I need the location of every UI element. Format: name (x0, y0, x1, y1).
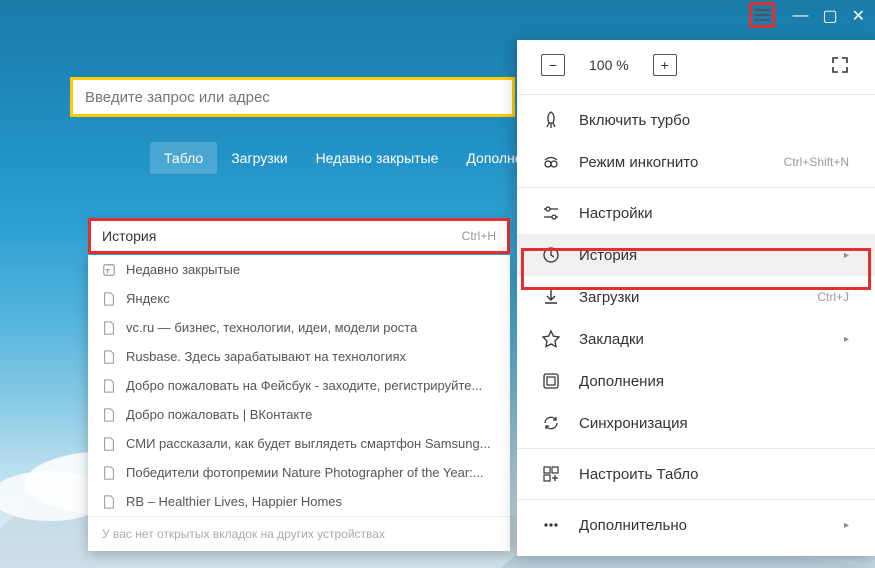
menu-item-shortcut: Ctrl+Shift+N (784, 155, 849, 169)
zoom-out-button[interactable]: − (541, 54, 565, 76)
menu-item-downloads[interactable]: Загрузки Ctrl+J (517, 276, 875, 318)
search-input[interactable] (85, 89, 500, 106)
list-item[interactable]: Яндекс (88, 284, 510, 313)
list-item[interactable]: Добро пожаловать на Фейсбук - заходите, … (88, 371, 510, 400)
history-shortcut: Ctrl+H (462, 229, 496, 243)
fullscreen-icon[interactable] (831, 56, 849, 74)
page-icon (102, 466, 116, 480)
menu-item-label: Включить турбо (579, 112, 849, 129)
tab-recently-closed[interactable]: Недавно закрытые (302, 142, 453, 174)
zoom-in-button[interactable]: + (653, 54, 677, 76)
list-item-label: vc.ru — бизнес, технологии, идеи, модели… (126, 320, 417, 335)
search-bar[interactable] (70, 77, 515, 117)
sync-icon (541, 413, 561, 433)
history-submenu-list: Недавно закрытые Яндекс vc.ru — бизнес, … (88, 255, 510, 551)
menu-item-sync[interactable]: Синхронизация (517, 402, 875, 444)
list-item[interactable]: Добро пожаловать | ВКонтакте (88, 400, 510, 429)
menu-item-label: История (579, 247, 826, 264)
chevron-right-icon: ▸ (844, 520, 849, 531)
menu-item-addons[interactable]: Дополнения (517, 360, 875, 402)
menu-item-label: Синхронизация (579, 415, 849, 432)
zoom-level: 100 % (589, 57, 629, 73)
tab-tablo[interactable]: Табло (150, 142, 217, 174)
menu-item-label: Дополнительно (579, 517, 826, 534)
window-minimize-icon[interactable]: — (792, 7, 808, 25)
page-icon (102, 379, 116, 393)
menu-item-more[interactable]: Дополнительно ▸ (517, 504, 875, 546)
menu-item-incognito[interactable]: Режим инкогнито Ctrl+Shift+N (517, 141, 875, 183)
menu-item-label: Настройки (579, 205, 849, 222)
list-item-label: RB – Healthier Lives, Happier Homes (126, 494, 342, 509)
page-icon (102, 495, 116, 509)
list-item[interactable]: СМИ рассказали, как будет выглядеть смар… (88, 429, 510, 458)
plus-squares-icon (541, 464, 561, 484)
history-footer-note: У вас нет открытых вкладок на других уст… (88, 516, 510, 551)
menu-item-label: Загрузки (579, 289, 799, 306)
menu-item-settings[interactable]: Настройки (517, 192, 875, 234)
list-item[interactable]: Победители фотопремии Nature Photographe… (88, 458, 510, 487)
history-submenu-header[interactable]: История Ctrl+H (88, 219, 510, 253)
menu-item-label: Режим инкогнито (579, 154, 766, 171)
rocket-icon (541, 110, 561, 130)
menu-item-label: Закладки (579, 331, 826, 348)
chevron-right-icon: ▸ (844, 334, 849, 345)
window-close-icon[interactable]: ✕ (852, 6, 865, 26)
chevron-right-icon: ▸ (844, 250, 849, 261)
list-item-label: Победители фотопремии Nature Photographe… (126, 465, 484, 480)
sliders-icon (541, 203, 561, 223)
list-item-label: Добро пожаловать на Фейсбук - заходите, … (126, 378, 482, 393)
page-icon (102, 437, 116, 451)
menu-item-shortcut: Ctrl+J (817, 290, 849, 304)
list-item[interactable]: Недавно закрытые (88, 255, 510, 284)
menu-item-label: Настроить Табло (579, 466, 849, 483)
page-icon (102, 321, 116, 335)
history-icon (541, 245, 561, 265)
menu-item-history[interactable]: История ▸ (517, 234, 875, 276)
main-menu-button[interactable] (749, 2, 775, 28)
star-icon (541, 329, 561, 349)
menu-item-label: Дополнения (579, 373, 849, 390)
download-icon (541, 287, 561, 307)
list-item[interactable]: vc.ru — бизнес, технологии, идеи, модели… (88, 313, 510, 342)
list-item-label: Rusbase. Здесь зарабатывают на технологи… (126, 349, 406, 364)
list-item-label: Добро пожаловать | ВКонтакте (126, 407, 312, 422)
page-icon (102, 350, 116, 364)
page-icon (102, 408, 116, 422)
menu-item-customize-tablo[interactable]: Настроить Табло (517, 453, 875, 495)
window-maximize-icon[interactable]: ▢ (822, 6, 837, 26)
history-submenu-title: История (102, 228, 156, 244)
list-item[interactable]: RB – Healthier Lives, Happier Homes (88, 487, 510, 516)
page-icon (102, 292, 116, 306)
tab-downloads[interactable]: Загрузки (217, 142, 301, 174)
dots-icon (541, 515, 561, 535)
menu-item-turbo[interactable]: Включить турбо (517, 99, 875, 141)
menu-item-bookmarks[interactable]: Закладки ▸ (517, 318, 875, 360)
list-item-label: СМИ рассказали, как будет выглядеть смар… (126, 436, 491, 451)
list-item-label: Недавно закрытые (126, 262, 240, 277)
incognito-icon (541, 152, 561, 172)
main-menu: − 100 % + Включить турбо Режим инкогнито… (517, 40, 875, 556)
addons-icon (541, 371, 561, 391)
clock-icon (102, 263, 116, 277)
list-item[interactable]: Rusbase. Здесь зарабатывают на технологи… (88, 342, 510, 371)
list-item-label: Яндекс (126, 291, 170, 306)
